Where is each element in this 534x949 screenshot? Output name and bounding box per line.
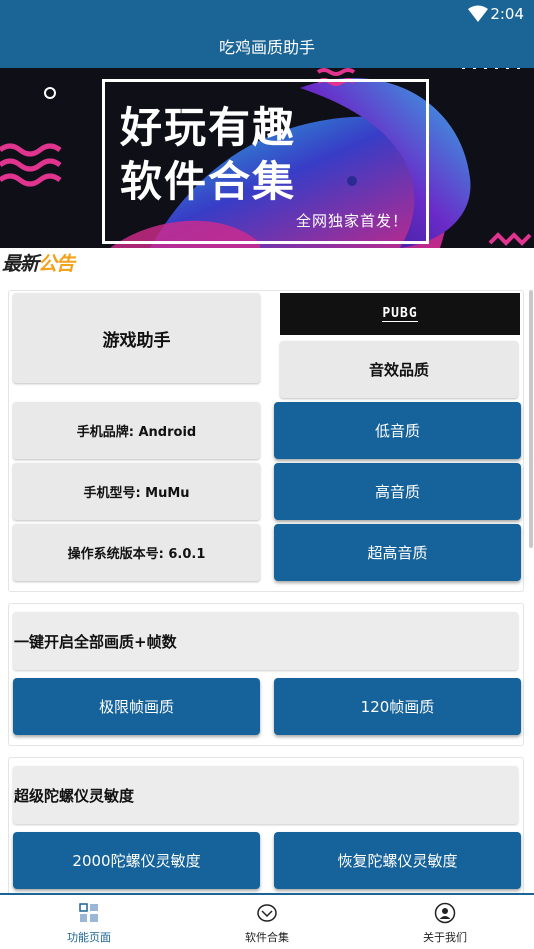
pubg-logo-text: PUBG	[382, 306, 418, 322]
banner-headline-1: 好玩有趣	[120, 103, 297, 152]
banner-tagline: 全网独家首发！	[296, 212, 409, 230]
phone-brand-info: 手机品牌: Android	[13, 402, 260, 459]
high-audio-button[interactable]: 高音质	[274, 463, 521, 520]
graphics-section-title: 一键开启全部画质+帧数	[13, 612, 518, 670]
phone-model-info: 手机型号: MuMu	[13, 463, 260, 520]
game-assistant-title: 游戏助手	[13, 293, 260, 383]
nav-functions[interactable]: 功能页面	[0, 895, 178, 949]
gyro-section-title: 超级陀螺仪灵敏度	[13, 766, 518, 824]
notice-label-2: 公告	[38, 253, 75, 275]
bottom-nav: 功能页面 软件合集 关于我们	[0, 893, 534, 949]
person-icon	[434, 902, 456, 924]
pubg-logo: PUBG	[280, 293, 520, 335]
status-time: 2:04	[490, 5, 524, 23]
shield-icon	[257, 904, 277, 922]
low-audio-button[interactable]: 低音质	[274, 402, 521, 459]
scrollbar[interactable]	[529, 290, 533, 548]
audio-quality-label: 音效品质	[280, 341, 518, 398]
grid-icon	[79, 903, 98, 922]
gyro-reset-button[interactable]: 恢复陀螺仪灵敏度	[274, 832, 521, 889]
ultra-audio-button[interactable]: 超高音质	[274, 524, 521, 581]
notice-label-1: 最新	[2, 253, 39, 275]
nav-software-label: 软件合集	[245, 931, 289, 944]
nav-functions-label: 功能页面	[67, 931, 111, 944]
nav-about[interactable]: 关于我们	[356, 895, 534, 949]
nav-about-label: 关于我们	[423, 931, 467, 944]
extreme-fps-button[interactable]: 极限帧画质	[13, 678, 260, 735]
gyro-2000-button[interactable]: 2000陀螺仪灵敏度	[13, 832, 260, 889]
notice-heading: 最新公告	[2, 249, 75, 275]
nav-software[interactable]: 软件合集	[178, 895, 356, 949]
os-version-info: 操作系统版本号: 6.0.1	[13, 524, 260, 581]
app-title: 吃鸡画质助手	[0, 28, 534, 68]
banner-headline-2: 软件合集	[120, 157, 297, 206]
status-bar: 2:04	[0, 0, 534, 28]
fps-120-button[interactable]: 120帧画质	[274, 678, 521, 735]
promo-banner[interactable]: 好玩有趣 软件合集 全网独家首发！	[0, 68, 534, 248]
wifi-icon	[468, 5, 488, 22]
